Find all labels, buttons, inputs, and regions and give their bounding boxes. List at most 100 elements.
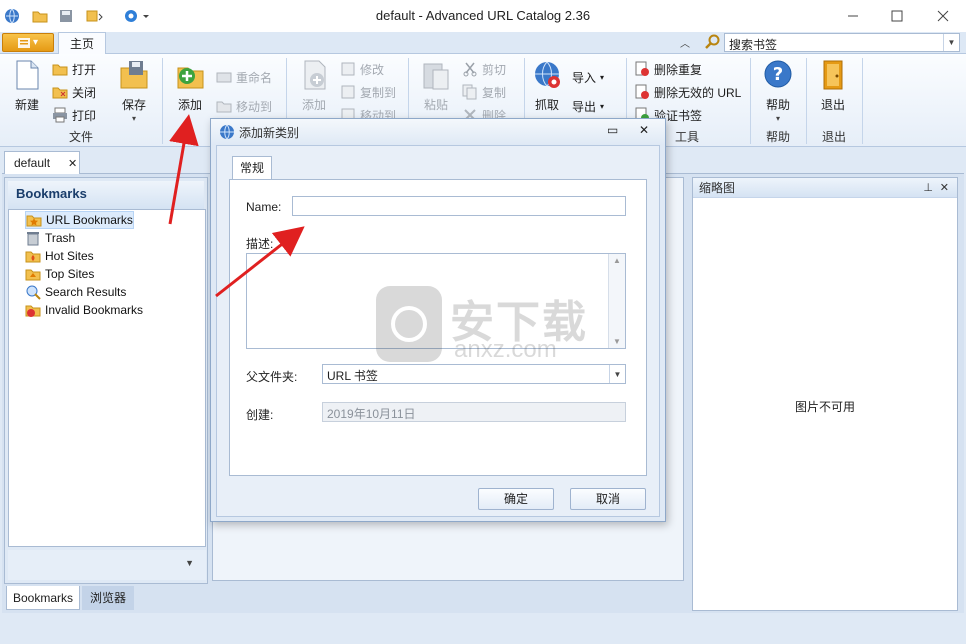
add-category-button[interactable]: 添加	[170, 58, 210, 124]
search-dropdown-button[interactable]: ▼	[943, 34, 959, 51]
print-label: 打印	[72, 108, 97, 123]
invalid-bookmarks-icon	[25, 305, 41, 317]
maximize-button[interactable]	[874, 0, 920, 32]
collapse-ribbon-icon[interactable]: ︿	[680, 35, 690, 50]
new-label: 新建	[14, 98, 39, 112]
tree-item-search-results[interactable]: Search Results	[25, 283, 126, 301]
dialog-minimize-button[interactable]: ▭	[607, 123, 618, 137]
thumbnail-unavailable-text: 图片不可用	[794, 400, 855, 414]
scissors-icon	[463, 62, 477, 77]
chevron-down-icon[interactable]: ▼	[609, 365, 625, 383]
scroll-up-icon[interactable]: ▲	[613, 256, 621, 265]
dialog-close-button[interactable]: ✕	[639, 123, 649, 137]
rename-button[interactable]: 重命名	[216, 67, 272, 87]
add-bookmark-button[interactable]: 添加	[294, 58, 334, 124]
modify-button[interactable]: 修改	[340, 59, 384, 79]
description-scrollbar[interactable]: ▲ ▼	[608, 254, 625, 348]
name-field[interactable]	[292, 196, 626, 216]
close-folder-icon	[52, 87, 68, 99]
parent-folder-value: URL 书签	[327, 369, 378, 383]
copy-button[interactable]: 复制	[462, 82, 506, 102]
copy-to-button[interactable]: 复制到	[340, 82, 396, 102]
document-tab[interactable]: default ✕	[4, 151, 80, 174]
fetch-button[interactable]: 抓取	[528, 58, 566, 124]
chevron-down-icon: ▾	[131, 114, 136, 123]
close-file-button[interactable]: 关闭	[52, 82, 96, 102]
tree-item-label: Trash	[45, 231, 76, 245]
open-button[interactable]: 打开	[52, 59, 96, 79]
tree-item-label: Top Sites	[45, 267, 95, 281]
export-label: 导出	[572, 99, 597, 114]
remove-invalid-button[interactable]: 删除无效的 URL	[634, 82, 741, 102]
search-bookmarks-text: 搜索书签	[729, 38, 778, 52]
minimize-button[interactable]	[830, 0, 876, 32]
pin-icon[interactable]: ⊥	[923, 178, 933, 198]
tab-browser[interactable]: 浏览器	[82, 586, 134, 610]
created-date-value: 2019年10月11日	[327, 407, 416, 421]
customize-gear-icon[interactable]	[122, 6, 152, 26]
move-category-button[interactable]: 移动到	[216, 96, 272, 116]
tab-bookmarks[interactable]: Bookmarks	[6, 586, 80, 610]
save-button[interactable]: 保存 ▾	[114, 58, 154, 124]
fetch-label: 抓取	[534, 98, 559, 112]
tree-item-top-sites[interactable]: Top Sites	[25, 265, 94, 283]
dialog-title: 添加新类别	[239, 126, 300, 140]
cut-button[interactable]: 剪切	[462, 59, 506, 79]
tree-item-label: URL Bookmarks	[46, 213, 133, 227]
exit-button[interactable]: 退出	[814, 58, 852, 124]
export-button[interactable]: 导出 ▾	[572, 96, 604, 116]
ok-button[interactable]: 确定	[478, 488, 554, 510]
group-separator	[162, 58, 163, 144]
created-label: 创建:	[246, 408, 274, 422]
tree-item-trash[interactable]: Trash	[25, 229, 75, 247]
scroll-down-icon[interactable]: ▼	[613, 337, 621, 346]
tree-item-invalid-bookmarks[interactable]: Invalid Bookmarks	[25, 301, 143, 319]
help-icon: ?	[764, 60, 792, 88]
folder-star-icon	[26, 215, 42, 227]
parent-folder-label: 父文件夹:	[246, 370, 298, 384]
remove-duplicates-button[interactable]: 删除重复	[634, 59, 702, 79]
created-date-field: 2019年10月11日	[322, 402, 626, 422]
remove-invalid-label: 删除无效的 URL	[654, 85, 742, 100]
print-button[interactable]: 打印	[52, 105, 96, 125]
new-button[interactable]: 新建	[8, 58, 46, 124]
tree-item-hot-sites[interactable]: Hot Sites	[25, 247, 94, 265]
chevron-down-icon: ▾	[775, 114, 780, 123]
paste-button[interactable]: 粘贴	[416, 58, 456, 124]
name-label: Name:	[246, 200, 282, 214]
tree-item-url-bookmarks[interactable]: URL Bookmarks	[25, 211, 134, 229]
close-icon[interactable]: ✕	[68, 157, 77, 170]
watermark-text-en: anxz.com	[454, 336, 557, 363]
copy-to-icon	[341, 85, 355, 99]
paste-label: 粘贴	[423, 98, 448, 112]
move-folder-icon	[216, 101, 232, 113]
bookmark-tool-icon[interactable]	[84, 6, 104, 26]
import-button[interactable]: 导入 ▾	[572, 67, 604, 87]
help-button[interactable]: ? 帮助 ▾	[758, 58, 798, 124]
fetch-globe-icon	[535, 61, 560, 88]
app-menu-button[interactable]: ▾	[2, 33, 54, 52]
import-label: 导入	[572, 70, 597, 85]
tab-general[interactable]: 常规	[232, 156, 272, 180]
tab-home[interactable]: 主页	[58, 32, 106, 55]
group-label-file: 文件	[68, 130, 93, 144]
close-window-button[interactable]	[920, 0, 966, 32]
rename-icon	[216, 72, 232, 83]
save-disk-icon[interactable]	[56, 6, 76, 26]
exit-door-icon	[823, 60, 843, 90]
group-separator	[862, 58, 863, 144]
search-bookmarks-input[interactable]: 搜索书签 ▼	[724, 33, 960, 52]
open-folder-icon[interactable]	[30, 6, 50, 26]
app-globe-icon[interactable]	[2, 6, 22, 26]
bookmarks-panel-title: Bookmarks	[8, 181, 204, 209]
add-bookmark-label: 添加	[301, 98, 326, 112]
chevron-down-icon[interactable]: ▼	[185, 558, 194, 568]
remove-duplicates-icon	[635, 61, 649, 76]
thumbnail-panel-header: 缩略图 ⊥ ✕	[693, 178, 957, 198]
move-to-label: 移动到	[236, 99, 273, 114]
close-icon[interactable]: ✕	[940, 178, 949, 198]
cancel-button[interactable]: 取消	[570, 488, 646, 510]
paste-icon	[423, 63, 449, 90]
add-bookmark-icon	[304, 60, 326, 90]
save-icon	[120, 61, 148, 89]
